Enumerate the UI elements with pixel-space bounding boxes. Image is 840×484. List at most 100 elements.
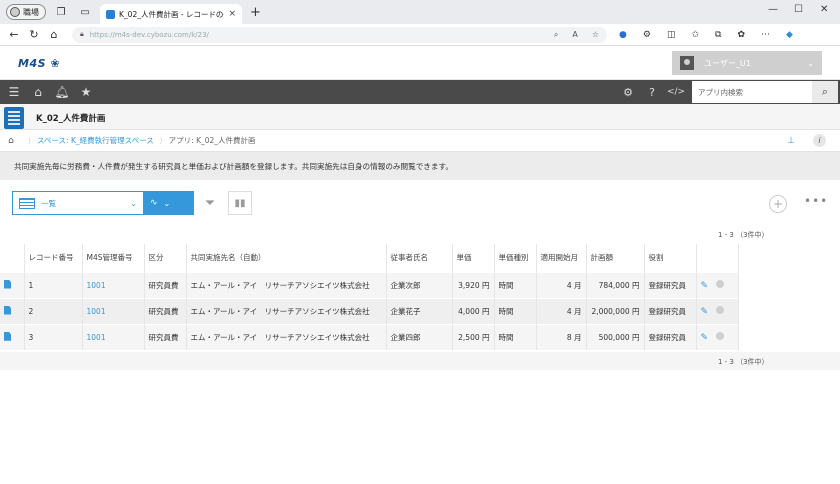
more-options-icon[interactable]: ••• (804, 194, 828, 208)
browser-tabstrip: 職場 ❐ ▭ K_02_人件費計画 - レコードの一覧 × + — ☐ ✕ (0, 0, 840, 24)
reload-icon[interactable]: ↻ (24, 28, 44, 41)
cell-unit-price: 3,920 円 (452, 272, 495, 298)
user-name: ユーザー_U1 (704, 58, 751, 68)
home-icon[interactable]: ⌂ (44, 28, 64, 41)
new-tab-button[interactable]: + (250, 5, 261, 20)
window-minimize-button[interactable]: — (768, 4, 778, 15)
cell-role: 登録研究員 (644, 272, 697, 298)
code-icon[interactable]: </> (664, 87, 688, 97)
app-title: K_02_人件費計画 (36, 114, 106, 124)
window-maximize-button[interactable]: ☐ (794, 4, 803, 15)
header-role[interactable]: 役割 (644, 244, 697, 272)
record-table: レコード番号 M4S管理番号 区分 共同実施先名（自動） 従事者氏名 単価 単価… (0, 244, 739, 350)
m4s-logo[interactable]: M4S ❀ (18, 57, 60, 70)
row-actions: ✎ (696, 298, 739, 324)
cell-unit-price: 4,000 円 (452, 298, 495, 324)
edit-pencil-icon[interactable]: ✎ (701, 281, 709, 291)
delete-icon[interactable] (716, 331, 725, 340)
window-close-button[interactable]: ✕ (820, 4, 828, 15)
app-calculator-icon (4, 107, 24, 129)
cell-price-type: 時間 (494, 324, 537, 350)
help-icon[interactable]: ? (640, 86, 664, 99)
pin-icon[interactable]: ⊥ (787, 136, 795, 146)
header-plan-amount[interactable]: 計画額 (586, 244, 645, 272)
line-graph-icon: ∿ (150, 198, 158, 208)
profile-button[interactable]: 職場 (6, 4, 46, 20)
read-aloud-icon[interactable]: A (572, 30, 577, 40)
profile-avatar-icon (10, 7, 20, 17)
add-record-button[interactable]: + (769, 195, 787, 213)
user-menu[interactable]: ユーザー_U1 ⌄ (672, 51, 822, 75)
browser-tab-active[interactable]: K_02_人件費計画 - レコードの一覧 × (100, 4, 242, 24)
cell-start-month: 8 月 (536, 324, 587, 350)
chevron-down-icon: ⌄ (163, 198, 171, 208)
profile-label: 職場 (23, 7, 39, 17)
workspaces-icon[interactable]: ❐ (52, 3, 70, 21)
cell-m4s-number-link[interactable]: 1001 (82, 298, 145, 324)
app-search-input[interactable]: アプリ内検索 (692, 81, 812, 103)
portal-home-icon[interactable]: ⌂ (26, 85, 50, 99)
header-category[interactable]: 区分 (144, 244, 187, 272)
settings-gear-icon[interactable]: ⚙ (616, 86, 640, 99)
record-detail-button[interactable] (0, 298, 25, 324)
cell-worker-name: 企業花子 (386, 298, 453, 324)
favorites-star-icon[interactable]: ★ (74, 85, 98, 99)
tab-actions-icon[interactable]: ▭ (76, 3, 94, 21)
record-detail-button[interactable] (0, 324, 25, 350)
chart-button[interactable]: ▮▮ (228, 191, 252, 215)
graph-select-button[interactable]: ∿ ⌄ (144, 191, 194, 215)
more-menu-icon[interactable]: ⋯ (761, 30, 770, 40)
cell-unit-price: 2,500 円 (452, 324, 495, 350)
split-screen-icon[interactable]: ◫ (667, 30, 676, 40)
header-unit-price[interactable]: 単価 (452, 244, 495, 272)
url-field[interactable]: 🔒︎ https://m4s-dev.cybozu.com/k/23/ ⌕ A … (72, 26, 607, 43)
cell-m4s-number-link[interactable]: 1001 (82, 272, 145, 298)
delete-icon[interactable] (716, 279, 725, 288)
header-partner-name[interactable]: 共同実施先名（自動） (186, 244, 387, 272)
filter-button[interactable]: ⏷ (198, 191, 222, 215)
breadcrumb-space-link[interactable]: スペース: K_経費執行管理スペース (37, 135, 154, 146)
app-search-placeholder: アプリ内検索 (698, 87, 743, 97)
cell-plan-amount: 500,000 円 (586, 324, 645, 350)
document-icon (4, 279, 11, 289)
funnel-icon: ⏷ (204, 195, 216, 211)
copilot-icon[interactable]: ◆ (786, 30, 793, 40)
extension-2-icon[interactable]: ✿ (737, 30, 745, 40)
extension-icon[interactable]: ⚙ (643, 30, 651, 40)
breadcrumb-home-icon[interactable]: ⌂ (0, 136, 22, 146)
cell-worker-name: 企業次郎 (386, 272, 453, 298)
header-m4s-number[interactable]: M4S管理番号 (82, 244, 145, 272)
extension-dot-icon[interactable]: ● (619, 30, 627, 40)
cell-category: 研究員費 (144, 324, 187, 350)
delete-icon[interactable] (716, 305, 725, 314)
view-select-label: 一覧 (41, 198, 56, 208)
favorites-icon[interactable]: ✩ (691, 30, 699, 40)
cell-m4s-number-link[interactable]: 1001 (82, 324, 145, 350)
cell-start-month: 4 月 (536, 272, 587, 298)
edit-pencil-icon[interactable]: ✎ (701, 333, 709, 343)
zoom-icon[interactable]: ⌕ (554, 30, 558, 40)
header-actions (696, 244, 739, 272)
back-arrow-icon[interactable]: ← (4, 28, 24, 41)
search-button[interactable]: ⌕ (812, 81, 838, 103)
notification-bell-icon[interactable]: 🔔︎ (50, 85, 74, 99)
view-select[interactable]: 一覧 ⌄ (12, 191, 144, 215)
cell-record-number: 2 (24, 298, 83, 324)
edit-pencil-icon[interactable]: ✎ (701, 307, 709, 317)
collections-icon[interactable]: ⧉ (715, 30, 721, 40)
header-record-number[interactable]: レコード番号 (24, 244, 83, 272)
favorite-star-icon[interactable]: ☆ (592, 30, 599, 40)
header-price-type[interactable]: 単価種別 (494, 244, 537, 272)
cell-partner-name: エム・アール・アイ リサーチアソシエイツ株式会社 (186, 272, 387, 298)
tab-close-icon[interactable]: × (228, 9, 236, 19)
info-icon[interactable]: i (813, 134, 826, 147)
kintone-favicon-icon (106, 9, 115, 19)
header-start-month[interactable]: 適用開始月 (536, 244, 587, 272)
search-icon: ⌕ (821, 85, 829, 98)
lock-icon: 🔒︎ (80, 30, 84, 38)
breadcrumb-separator: ⟩ (28, 136, 31, 145)
table-footer-area (0, 352, 840, 370)
menu-hamburger-icon[interactable]: ☰ (2, 85, 26, 99)
header-worker-name[interactable]: 従事者氏名 (386, 244, 453, 272)
record-detail-button[interactable] (0, 272, 25, 298)
